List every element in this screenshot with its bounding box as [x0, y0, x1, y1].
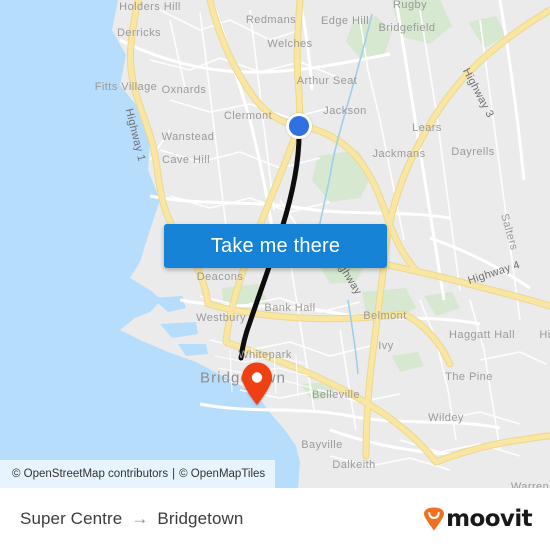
footer-bar: Super Centre → Bridgetown moovit	[0, 488, 550, 550]
map-attribution: © OpenStreetMap contributors | © OpenMap…	[0, 460, 276, 488]
route-summary: Super Centre → Bridgetown	[20, 509, 243, 529]
attribution-separator: |	[172, 468, 176, 480]
take-me-there-button[interactable]: Take me there	[164, 224, 387, 268]
attribution-openstreetmap-link[interactable]: © OpenStreetMap contributors	[12, 468, 168, 480]
attribution-openmaptiles-link[interactable]: © OpenMapTiles	[179, 468, 265, 480]
moovit-route-widget: Holders Hill Redmans Edge Hill Rugby Bridgef…	[0, 0, 550, 550]
route-arrow-icon: →	[131, 509, 149, 528]
moovit-logo[interactable]: moovit	[423, 506, 533, 532]
map-canvas[interactable]: Holders Hill Redmans Edge Hill Rugby Bridgef…	[0, 0, 550, 488]
map-pin-icon	[242, 362, 272, 405]
moovit-pin-icon	[424, 507, 445, 531]
origin-marker[interactable]	[286, 113, 312, 139]
moovit-wordmark: moovit	[446, 506, 532, 532]
route-origin-label: Super Centre	[20, 509, 123, 528]
route-destination-label: Bridgetown	[157, 509, 244, 528]
origin-marker-dot	[289, 116, 309, 136]
